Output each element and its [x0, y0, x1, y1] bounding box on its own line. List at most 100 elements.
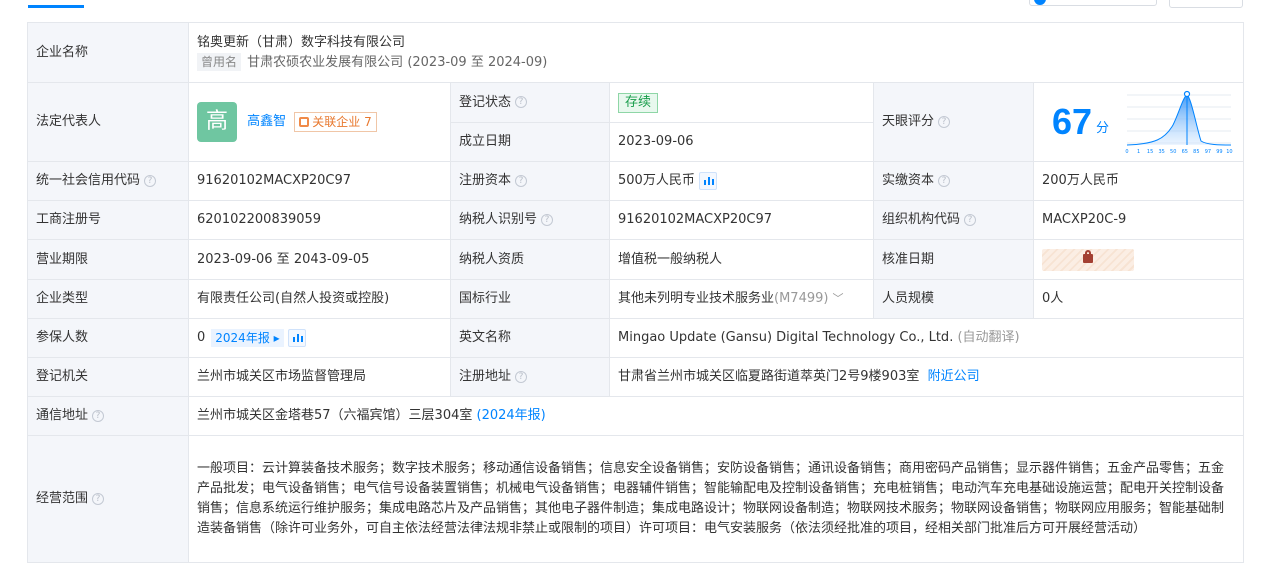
taxpayer-id-label: 纳税人识别号: [459, 212, 538, 227]
taxpayer-id-value[interactable]: 91620102MACXP20C97: [609, 200, 874, 240]
staff-size-label: 人员规模: [873, 279, 1034, 319]
biz-term-label: 营业期限: [27, 239, 189, 280]
founded-label: 成立日期: [450, 122, 610, 162]
score-value: 67: [1052, 101, 1093, 142]
contact-address-label: 通信地址: [36, 408, 89, 423]
former-name: 甘肃农硕农业发展有限公司: [247, 54, 404, 70]
score-tick-label: 99: [1216, 149, 1222, 155]
reg-capital-label: 注册资本: [459, 173, 512, 188]
taxpayer-id-label-cell: 纳税人识别号?: [450, 200, 610, 240]
staff-size-value: 0人: [1032, 279, 1245, 319]
score-tick-label: 97: [1205, 149, 1211, 155]
insured-cell: 0 2024年报 ▸: [188, 318, 451, 358]
score-label-cell: 天眼评分?: [873, 82, 1034, 162]
top-toolbar: [0, 0, 1269, 12]
score-tick-label: 35: [1159, 149, 1165, 155]
legal-rep-name[interactable]: 高鑫智: [247, 114, 286, 129]
company-info-table: 企业名称 铭奥更新（甘肃）数字科技有限公司 曾用名 甘肃农硕农业发展有限公司 (…: [27, 22, 1245, 563]
approve-date-cell: [1032, 239, 1245, 280]
help-icon[interactable]: ?: [938, 174, 951, 187]
reg-address-value: 甘肃省兰州市城关区临夏路街道萃英门2号9楼903室: [618, 369, 920, 384]
industry-label: 国标行业: [450, 279, 610, 319]
score-unit: 分: [1096, 120, 1110, 136]
reg-address-label-cell: 注册地址?: [450, 357, 610, 397]
top-button-secondary[interactable]: [1169, 0, 1243, 8]
help-icon[interactable]: ?: [964, 213, 977, 226]
biz-reg-no-value[interactable]: 620102200839059: [188, 200, 451, 240]
help-icon[interactable]: ?: [541, 213, 554, 226]
help-icon[interactable]: ?: [92, 409, 105, 422]
help-icon[interactable]: ?: [515, 174, 528, 187]
score-distribution-chart: 0 1 15 35 50 65 85 97 99 100: [1126, 90, 1236, 155]
help-icon[interactable]: ?: [515, 370, 528, 383]
contact-address-label-cell: 通信地址?: [27, 396, 189, 436]
score-tick-label: 85: [1193, 149, 1199, 155]
contact-address-report-link[interactable]: (2024年报): [477, 408, 546, 423]
reg-status-label: 登记状态: [459, 94, 512, 110]
capital-chart-icon[interactable]: [698, 171, 717, 190]
industry-code: (M7499): [774, 291, 829, 306]
reg-capital-value: 500万人民币: [618, 173, 695, 188]
help-icon[interactable]: ?: [144, 174, 157, 187]
biz-reg-no-label: 工商注册号: [27, 200, 189, 240]
locked-value[interactable]: [1042, 248, 1134, 271]
credit-code-value[interactable]: 91620102MACXP20C97: [188, 161, 451, 201]
score-tick-label: 100: [1226, 149, 1233, 155]
former-name-tag: 曾用名: [197, 52, 242, 71]
founded-value: 2023-09-06: [609, 122, 874, 162]
score-marker: [1184, 90, 1191, 98]
related-count: 7: [364, 115, 372, 129]
company-name-cell: 铭奥更新（甘肃）数字科技有限公司 曾用名 甘肃农硕农业发展有限公司 (2023-…: [187, 22, 1245, 83]
english-name-label: 英文名称: [450, 318, 610, 358]
contact-address-cell: 兰州市城关区金塔巷57（六福宾馆）三层304室 (2024年报): [187, 396, 1245, 436]
contact-address-value: 兰州市城关区金塔巷57（六福宾馆）三层304室: [197, 408, 473, 423]
score-tick-label: 50: [1170, 149, 1176, 155]
insured-label: 参保人数: [27, 318, 189, 358]
avatar[interactable]: 高: [197, 102, 237, 142]
help-icon[interactable]: ?: [92, 492, 105, 505]
taxpayer-qual-value: 增值税一般纳税人: [609, 239, 874, 280]
scope-label-cell: 经营范围?: [27, 435, 189, 563]
company-name-label: 企业名称: [27, 22, 189, 83]
paid-capital-label-cell: 实缴资本?: [873, 161, 1034, 201]
related-companies-badge[interactable]: 关联企业 7: [294, 112, 377, 132]
legal-rep-label: 法定代表人: [27, 82, 189, 162]
auto-translate-note: (自动翻译): [957, 330, 1020, 345]
help-icon[interactable]: ?: [938, 115, 951, 128]
reg-capital-cell: 500万人民币: [609, 161, 874, 201]
status-badge: 存续: [618, 92, 659, 113]
org-code-value[interactable]: MACXP20C-9: [1032, 200, 1245, 240]
chevron-down-icon[interactable]: ﹀: [832, 292, 843, 305]
industry-cell[interactable]: 其他未列明专业技术服务业(M7499) ﹀: [609, 279, 874, 319]
score-tick-label: 1: [1137, 149, 1140, 155]
annual-report-tag[interactable]: 2024年报 ▸: [211, 328, 284, 347]
scope-label: 经营范围: [36, 491, 89, 506]
reg-address-cell: 甘肃省兰州市城关区临夏路街道萃英门2号9楼903室 附近公司: [608, 357, 1245, 397]
scope-value: 一般项目：云计算装备技术服务；数字技术服务；移动通信设备销售；信息安全设备销售；…: [187, 435, 1245, 563]
org-code-label-cell: 组织机构代码?: [873, 200, 1034, 240]
top-button[interactable]: [1029, 0, 1157, 6]
former-period: (2023-09 至 2024-09): [407, 54, 548, 70]
insured-chart-icon[interactable]: [287, 328, 306, 347]
nearby-companies-link[interactable]: 附近公司: [928, 369, 980, 384]
reg-status-cell: 存续: [609, 82, 874, 123]
reg-authority-value: 兰州市城关区市场监督管理局: [188, 357, 451, 397]
biz-term-value: 2023-09-06 至 2043-09-05: [188, 239, 451, 280]
company-name: 铭奥更新（甘肃）数字科技有限公司: [197, 34, 406, 50]
industry-value: 其他未列明专业技术服务业: [618, 291, 775, 306]
reg-address-label: 注册地址: [459, 369, 512, 384]
paid-capital-value: 200万人民币: [1032, 161, 1245, 201]
english-name-cell: Mingao Update (Gansu) Digital Technology…: [608, 318, 1245, 358]
legal-rep-cell: 高 高鑫智 关联企业 7: [188, 82, 451, 162]
toggle-icon: [1034, 0, 1046, 5]
reg-capital-label-cell: 注册资本?: [450, 161, 610, 201]
credit-code-label-cell: 统一社会信用代码?: [27, 161, 189, 201]
approve-date-label: 核准日期: [873, 239, 1034, 280]
lock-icon: [1083, 249, 1093, 263]
score-cell: 67分 0 1 15 35 50 65 85 97 99 100: [1032, 82, 1245, 162]
score-tick-label: 15: [1147, 149, 1153, 155]
related-label: 关联企业: [312, 115, 361, 129]
help-icon[interactable]: ?: [515, 96, 528, 108]
score-label: 天眼评分: [882, 114, 935, 129]
english-name-value: Mingao Update (Gansu) Digital Technology…: [618, 330, 954, 345]
